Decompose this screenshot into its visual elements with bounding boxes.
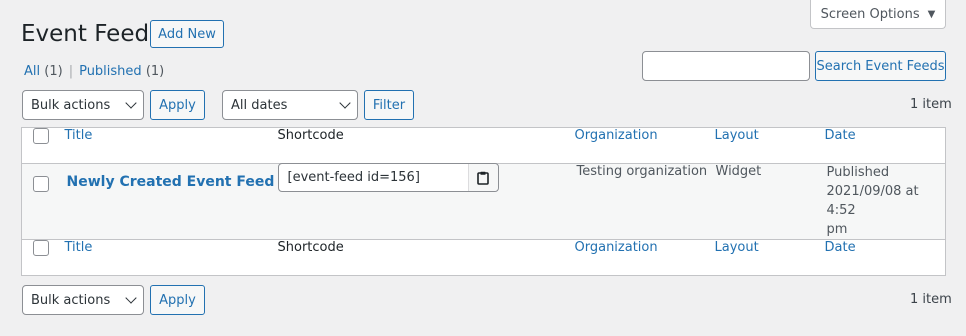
column-layout-sort[interactable]: Layout <box>715 128 759 143</box>
row-date-status: Published <box>826 165 890 180</box>
footer-column-shortcode: Shortcode <box>277 240 344 255</box>
row-date-time-suffix: pm <box>826 222 848 237</box>
row-date: Published 2021/09/08 at 4:52 pm <box>827 163 946 239</box>
table-footer-row: Title Shortcode Organization Layout Date <box>21 239 946 276</box>
view-published-count: (1) <box>145 64 165 79</box>
view-all-count: (1) <box>44 64 63 79</box>
date-filter-value: All dates <box>231 97 288 113</box>
view-published-link[interactable]: Published <box>79 64 142 79</box>
row-date-time: 2021/09/08 at 4:52 <box>826 184 919 218</box>
status-views: All (1) | Published (1) <box>24 64 164 79</box>
select-all-checkbox[interactable] <box>33 128 49 144</box>
column-date-sort[interactable]: Date <box>825 128 856 143</box>
apply-button[interactable]: Apply <box>150 90 205 120</box>
shortcode-field[interactable]: [event-feed id=156] <box>277 163 499 192</box>
chevron-down-icon <box>125 292 137 304</box>
view-all-link[interactable]: All <box>24 64 40 79</box>
date-filter-select[interactable]: All dates <box>222 90 358 120</box>
clipboard-icon <box>477 171 489 185</box>
copy-shortcode-button[interactable] <box>467 164 498 191</box>
footer-column-date-sort[interactable]: Date <box>825 240 856 255</box>
bulk-actions-select[interactable]: Bulk actions <box>22 90 144 120</box>
column-organization-sort[interactable]: Organization <box>575 128 658 143</box>
footer-column-organization-sort[interactable]: Organization <box>575 240 658 255</box>
screen-options-button[interactable]: Screen Options ▼ <box>810 0 946 29</box>
footer-column-layout-sort[interactable]: Layout <box>715 240 759 255</box>
apply-button-bottom[interactable]: Apply <box>150 285 205 315</box>
table-header-row: Title Shortcode Organization Layout Date <box>21 128 946 164</box>
filter-button[interactable]: Filter <box>364 90 414 120</box>
screen-options-label: Screen Options <box>820 6 920 22</box>
column-shortcode: Shortcode <box>277 128 344 143</box>
view-separator: | <box>68 64 74 79</box>
row-title-link[interactable]: Newly Created Event Feed <box>67 174 275 190</box>
row-checkbox[interactable] <box>33 176 49 192</box>
footer-column-title-sort[interactable]: Title <box>65 240 93 255</box>
items-count-bottom: 1 item <box>910 292 952 307</box>
search-button[interactable]: Search Event Feeds <box>815 51 946 81</box>
select-all-checkbox-footer[interactable] <box>33 240 49 256</box>
search-input[interactable] <box>642 51 810 81</box>
row-organization: Testing organization <box>576 164 708 179</box>
bulk-actions-value: Bulk actions <box>31 97 111 113</box>
items-count: 1 item <box>910 97 952 112</box>
chevron-down-icon <box>125 97 137 109</box>
caret-down-icon: ▼ <box>927 8 936 20</box>
event-feeds-table: Title Shortcode Organization Layout Date… <box>21 127 946 276</box>
shortcode-value: [event-feed id=156] <box>287 170 420 185</box>
bulk-actions-select-bottom[interactable]: Bulk actions <box>22 285 144 315</box>
row-layout: Widget <box>715 164 762 179</box>
page-title: Event Feeds <box>21 21 162 47</box>
table-row: Newly Created Event Feed [event-feed id=… <box>21 163 946 240</box>
column-title-sort[interactable]: Title <box>65 128 93 143</box>
chevron-down-icon <box>339 97 351 109</box>
add-new-button[interactable]: Add New <box>150 20 224 48</box>
bulk-actions-value-bottom: Bulk actions <box>31 292 111 308</box>
